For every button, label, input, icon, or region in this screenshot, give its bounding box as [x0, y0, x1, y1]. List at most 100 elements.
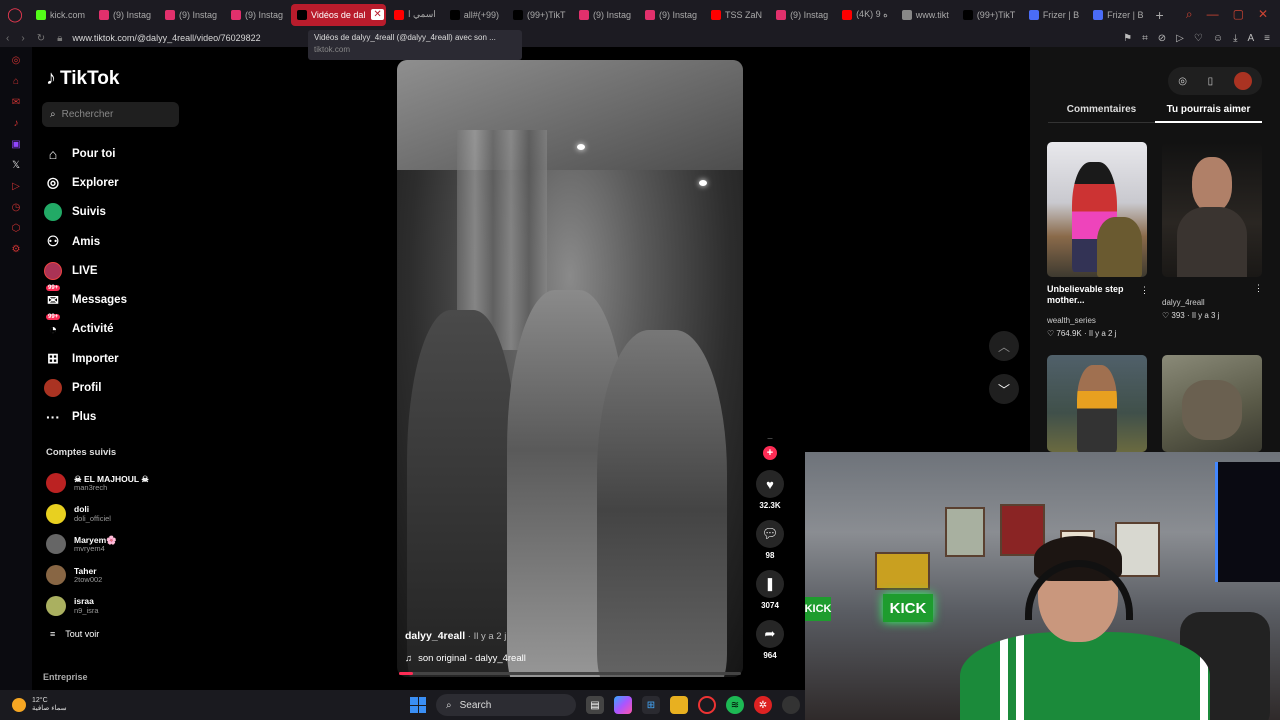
x-icon[interactable]: 𝕏 [12, 160, 20, 171]
play-icon[interactable]: ▷ [1176, 33, 1184, 44]
enterprise-link[interactable]: Entreprise [43, 672, 88, 682]
previous-video-button[interactable]: ︿ [989, 331, 1019, 361]
following-account[interactable]: Maryem🌸 mvryem4 [46, 529, 186, 560]
music-icon[interactable]: ♪ [14, 118, 19, 129]
aria-icon[interactable]: A [1247, 33, 1254, 44]
heart-icon[interactable]: ♡ [1194, 33, 1203, 44]
following-account[interactable]: israa n9_isra [46, 590, 186, 621]
browser-tab[interactable]: (9) Instag [639, 4, 703, 26]
shopping-icon[interactable]: ⌂ [13, 76, 19, 87]
file-explorer-icon[interactable] [670, 696, 688, 714]
video-author[interactable]: dalyy_4reall · Il y a 2 j [405, 630, 506, 642]
like-button[interactable]: ♥ [756, 470, 784, 498]
spotify-icon[interactable]: ≋ [726, 696, 744, 714]
video-player[interactable] [397, 60, 743, 677]
browser-tab[interactable]: (9) Instag [770, 4, 834, 26]
video-sound[interactable]: ♫ son original - dalyy_4reall [405, 653, 526, 664]
card-author[interactable]: dalyy_4reall [1162, 298, 1205, 307]
browser-tab[interactable]: all#(+99) [444, 4, 505, 26]
account-icon[interactable]: ☺ [1213, 33, 1223, 44]
card-menu-icon[interactable]: ⋮ [1254, 283, 1263, 294]
tab-recommended[interactable]: Tu pourrais aimer [1155, 104, 1262, 123]
browser-tab[interactable]: TSS ZaN [705, 4, 768, 26]
app-icon-extra[interactable] [782, 696, 800, 714]
taskbar-search[interactable]: ⌕ Search [436, 694, 576, 716]
user-avatar[interactable] [1233, 72, 1252, 90]
url-field[interactable]: www.tiktok.com/@dalyy_4reall/video/76029… [72, 33, 260, 43]
device-icon[interactable]: ▯ [1208, 76, 1214, 87]
follow-plus-icon[interactable]: + [763, 446, 777, 460]
close-window-icon[interactable]: ✕ [1258, 7, 1268, 22]
following-account[interactable]: doli doli_officiel [46, 499, 186, 530]
following-account[interactable]: ☠ EL MAJHOUL ☠ man3rech [46, 468, 186, 499]
nav-item-activit[interactable]: ◔ 99+ Activité [44, 314, 184, 344]
recommended-thumbnail[interactable] [1162, 142, 1262, 277]
nav-item-pourtoi[interactable]: ⌂ Pour toi [44, 139, 184, 168]
task-view-icon[interactable]: ▤ [586, 696, 604, 714]
nav-item-importer[interactable]: ⊞ Importer [44, 344, 184, 373]
browser-tab[interactable]: (9) Instag [573, 4, 637, 26]
download-icon[interactable]: ⤓ [1233, 33, 1237, 44]
close-tab-icon[interactable]: ✕ [371, 9, 384, 20]
tiktok-logo[interactable]: ♪ TikTok [46, 67, 119, 90]
card-author[interactable]: wealth_series [1047, 316, 1096, 325]
compass-icon[interactable]: ◎ [1178, 76, 1187, 87]
nav-item-plus[interactable]: ··· Plus [44, 403, 184, 432]
history-icon[interactable]: ◷ [12, 202, 21, 213]
nav-item-amis[interactable]: ⚇ Amis [44, 227, 184, 256]
recommended-thumbnail[interactable] [1047, 355, 1147, 452]
opera-gx-icon[interactable] [698, 696, 716, 714]
copilot-icon[interactable] [614, 696, 632, 714]
search-box[interactable]: ⌕ Rechercher [42, 102, 179, 127]
see-all-link[interactable]: ≡ Tout voir [50, 629, 99, 639]
nav-item-live[interactable]: LIVE [44, 256, 184, 285]
share-button[interactable]: ➦ [756, 620, 784, 648]
extensions-icon[interactable]: ⬡ [12, 223, 21, 234]
browser-tab[interactable]: Frizer | B [1087, 4, 1149, 26]
menu-icon[interactable]: ≡ [1264, 33, 1270, 44]
weather-widget[interactable]: 12°C سماء صافية [0, 697, 67, 714]
browser-tab[interactable]: Vidéos de dal ✕ [291, 3, 387, 26]
app-icon[interactable]: ✲ [754, 696, 772, 714]
tab-comments[interactable]: Commentaires [1048, 104, 1155, 123]
nav-item-profil[interactable]: Profil [44, 373, 184, 402]
opera-menu-button[interactable]: ◯ [0, 0, 30, 29]
back-icon[interactable]: ‹ [0, 33, 15, 44]
reload-icon[interactable]: ↻ [31, 33, 51, 44]
next-video-button[interactable]: ﹀ [989, 374, 1019, 404]
card-menu-icon[interactable]: ⋮ [1140, 285, 1149, 296]
browser-tab[interactable]: (99+)TikT [507, 4, 571, 26]
recommended-thumbnail[interactable] [1162, 355, 1262, 452]
minimize-icon[interactable]: — [1207, 7, 1219, 22]
block-icon[interactable]: ⊘ [1158, 33, 1166, 44]
browser-tab[interactable]: (9) Instag [225, 4, 289, 26]
comment-button[interactable]: 💬︎ [756, 520, 784, 548]
browser-tab[interactable]: kick.com [30, 4, 91, 26]
browser-tab[interactable]: اسمي ا [388, 4, 442, 26]
store-icon[interactable]: ⊞ [642, 696, 660, 714]
recommended-thumbnail[interactable] [1047, 142, 1147, 277]
nav-item-explorer[interactable]: ◎ Explorer [44, 168, 184, 197]
creator-avatar[interactable]: — [757, 436, 783, 444]
nav-item-messages[interactable]: ✉ 99+ Messages [44, 285, 184, 314]
browser-tab[interactable]: www.tikt [896, 4, 955, 26]
player-icon[interactable]: ▷ [12, 181, 20, 192]
windows-start-icon[interactable] [410, 697, 426, 713]
snapshot-icon[interactable]: ⌗ [1142, 33, 1148, 44]
messenger-icon[interactable]: ✉ [12, 97, 20, 108]
ai-icon[interactable]: ◎ [12, 55, 21, 66]
save-button[interactable]: ❚ [756, 570, 784, 598]
browser-tab[interactable]: (9) Instag [159, 4, 223, 26]
settings-icon[interactable]: ⚙ [12, 244, 21, 255]
video-progress[interactable] [399, 672, 741, 675]
search-tabs-icon[interactable]: ⌕ [1186, 7, 1193, 22]
new-tab-button[interactable]: + [1150, 7, 1170, 23]
bookmark-icon[interactable]: ⚑ [1123, 33, 1132, 44]
card-caption[interactable]: Unbelievable step mother... [1047, 284, 1147, 307]
forward-icon[interactable]: › [15, 33, 30, 44]
maximize-icon[interactable]: ▢ [1233, 7, 1244, 22]
browser-tab[interactable]: Frizer | B [1023, 4, 1085, 26]
twitch-icon[interactable]: ▣ [11, 139, 20, 150]
browser-tab[interactable]: (99+)TikT [957, 4, 1021, 26]
nav-item-suivis[interactable]: Suivis [44, 198, 184, 227]
